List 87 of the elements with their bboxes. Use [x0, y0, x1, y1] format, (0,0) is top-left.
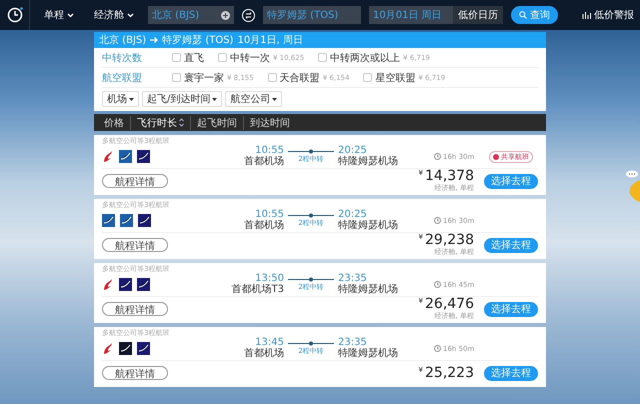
price-alert-link[interactable]: 低价警报 [582, 8, 634, 22]
option-label: 天合联盟 [280, 72, 320, 84]
origin-field[interactable]: 北京 (BJS) [148, 6, 234, 24]
chevron-down-icon [127, 12, 134, 18]
clock-icon [434, 281, 441, 288]
airline-logo-icon [137, 278, 150, 291]
arrive-time: 20:25 [338, 145, 367, 156]
price-amount: 25,223 [425, 366, 474, 380]
bird-logo-icon [102, 278, 114, 291]
filter-dropdown[interactable]: 起飞/到达时间 [142, 91, 222, 107]
calendar-button[interactable]: 低价日历 [453, 6, 503, 24]
bird-logo-icon [102, 342, 114, 355]
arrive-time: 20:25 [338, 209, 367, 220]
depart-airport: 首都机场 [244, 156, 284, 168]
itinerary-details-button[interactable]: 航程详情 [102, 174, 168, 188]
airline-logo-icon [138, 214, 151, 227]
clock-icon [434, 153, 441, 160]
depart-time: 10:55 [255, 209, 284, 220]
caret-icon [129, 98, 134, 100]
option-label: 直飞 [184, 52, 204, 64]
filter-dropdown[interactable]: 机场 [102, 91, 139, 107]
airline-logo-icon [137, 342, 150, 355]
filter-label: 航空联盟 [102, 72, 143, 84]
arrive-airport: 特隆姆瑟机场 [338, 156, 398, 168]
checkbox[interactable] [318, 53, 328, 62]
sort-option[interactable]: 飞行时长 [131, 116, 191, 130]
filter-label: 中转次数 [102, 52, 143, 64]
clock-icon [434, 345, 441, 352]
arrive-time: 23:35 [338, 337, 367, 348]
trip-type-dropdown[interactable]: 单程 [38, 8, 80, 22]
sort-option[interactable]: 到达时间 [244, 116, 296, 130]
arrive-airport: 特隆姆瑟机场 [338, 348, 398, 360]
airline-logo-icon [120, 214, 133, 227]
plus-icon [221, 10, 230, 20]
date-field[interactable]: 10月01日 周日 [369, 6, 453, 24]
bird-logo-icon [102, 150, 114, 163]
route-line-icon [288, 213, 334, 218]
option-label: 中转两次或以上 [330, 52, 400, 64]
destination-field[interactable]: 特罗姆瑟 (TOS) [263, 6, 361, 24]
depart-airport: 首都机场 [244, 348, 284, 360]
option-label: 寰宇一家 [184, 72, 224, 84]
sort-option[interactable]: 起飞时间 [191, 116, 244, 130]
swap-icon[interactable] [242, 8, 255, 22]
sort-option[interactable]: 价格 [98, 116, 131, 130]
sort-arrows-icon [179, 118, 184, 127]
route-line-icon [288, 341, 334, 346]
caret-icon [272, 98, 278, 100]
arrive-airport: 特隆姆瑟机场 [338, 284, 398, 296]
option-label: 星空联盟 [375, 72, 416, 84]
bar-chart-icon [582, 11, 591, 19]
depart-time: 13:50 [255, 273, 284, 284]
date-text: 10月1日, 周日 [237, 34, 303, 47]
chevron-down-icon [67, 12, 74, 18]
cabin-dropdown[interactable]: 经济舱 [88, 8, 140, 22]
airline-logo-icon [119, 342, 132, 355]
arrive-time: 23:35 [338, 273, 367, 284]
clock-logo-icon[interactable] [6, 7, 22, 23]
caret-icon [212, 98, 218, 100]
price-amount: 26,476 [425, 297, 474, 311]
itinerary-details-button[interactable]: 航程详情 [102, 366, 168, 380]
checkbox[interactable] [172, 73, 181, 82]
itinerary-details-button[interactable]: 航程详情 [102, 302, 168, 316]
price-amount: 29,238 [425, 233, 474, 247]
depart-time: 10:55 [255, 145, 284, 156]
depart-airport: 首都机场 [244, 220, 284, 232]
search-icon [519, 11, 527, 19]
airline-logo-icon [137, 150, 150, 163]
airline-logo-icon [119, 278, 132, 291]
checkbox[interactable] [172, 53, 181, 62]
checkbox[interactable] [218, 53, 227, 62]
filter-dropdown[interactable]: 航空公司 [225, 91, 282, 107]
option-label: 中转一次 [230, 52, 270, 64]
checkbox[interactable] [268, 73, 277, 82]
clock-icon [434, 217, 441, 224]
checkbox[interactable] [363, 73, 372, 82]
destination-text: 特罗姆瑟 (TOS) [162, 34, 234, 47]
route-line-icon [288, 277, 334, 282]
origin-text: 北京 (BJS) [99, 34, 146, 47]
route-line-icon [288, 149, 334, 154]
arrive-airport: 特隆姆瑟机场 [338, 220, 398, 232]
depart-airport: 首都机场T3 [232, 284, 284, 296]
depart-time: 13:45 [255, 337, 284, 348]
airline-logo-icon [119, 150, 132, 163]
plane-icon [150, 36, 158, 44]
price-amount: 14,378 [425, 169, 474, 183]
itinerary-details-button[interactable]: 航程详情 [102, 238, 168, 252]
airline-logo-icon [102, 214, 115, 227]
